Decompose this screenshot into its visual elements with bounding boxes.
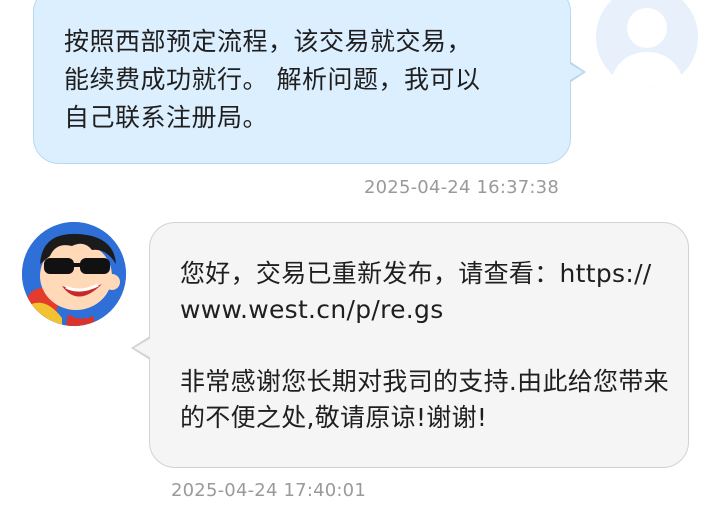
default-person-avatar-icon	[596, 0, 698, 88]
outgoing-bubble-tail	[567, 62, 583, 82]
cartoon-mascot-sunglasses-icon	[22, 222, 126, 326]
outgoing-message-text: 按照西部预定流程，该交易就交易， 能续费成功就行。 解析问题，我可以 自己联系注…	[64, 27, 481, 132]
incoming-message-bubble[interactable]: 您好，交易已重新发布，请查看：https://www.west.cn/p/re.…	[149, 222, 689, 468]
incoming-message-paragraph-2: 非常感谢您长期对我司的支持.由此给您带来的不便之处,敬请原谅!谢谢!	[180, 367, 669, 432]
user-avatar-icon[interactable]	[596, 0, 698, 88]
chat-thread: 按照西部预定流程，该交易就交易， 能续费成功就行。 解析问题，我可以 自己联系注…	[0, 0, 715, 514]
outgoing-timestamp: 2025-04-24 16:37:38	[364, 177, 559, 198]
incoming-timestamp: 2025-04-24 17:40:01	[171, 480, 366, 501]
outgoing-message-bubble[interactable]: 按照西部预定流程，该交易就交易， 能续费成功就行。 解析问题，我可以 自己联系注…	[33, 0, 571, 164]
incoming-message-text: 您好，交易已重新发布，请查看：https://www.west.cn/p/re.…	[180, 256, 670, 436]
incoming-bubble-tail	[134, 338, 151, 358]
incoming-message-paragraph-1[interactable]: 您好，交易已重新发布，请查看：https://www.west.cn/p/re.…	[180, 256, 670, 328]
support-avatar-icon[interactable]	[22, 222, 126, 326]
